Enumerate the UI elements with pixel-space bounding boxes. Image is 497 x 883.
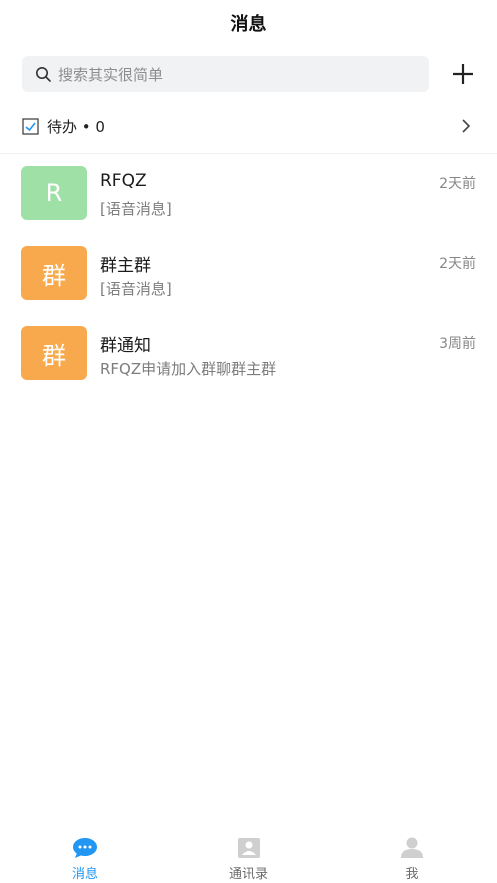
tab-label: 通讯录 [228,867,268,882]
header: 消息 [0,0,497,46]
tab-messages[interactable]: 消息 [40,831,130,883]
todo-label: 待办 • 0 [47,117,105,136]
conversation-item[interactable]: R RFQZ [语音消息] 2天前 [0,160,497,240]
tab-label: 我 [405,867,419,882]
conversation-preview: [语音消息] [100,200,172,218]
page-title: 消息 [230,14,267,35]
conversation-time: 2天前 [439,176,476,192]
conversation-item[interactable]: 群 群主群 [语音消息] 2天前 [0,240,497,320]
plus-icon [453,64,473,84]
conversation-item[interactable]: 群 群通知 RFQZ申请加入群聊群主群 3周前 [0,320,497,400]
avatar: 群 [21,326,87,380]
todo-row[interactable]: 待办 • 0 [0,108,497,144]
divider [0,153,497,154]
conversation-name: 群通知 [100,336,151,356]
conversation-time: 3周前 [439,336,476,352]
search-input[interactable]: 搜索其实很简单 [22,56,429,92]
avatar: R [21,166,87,220]
search-row: 搜索其实很简单 [22,56,478,92]
conversation-name: 群主群 [100,256,151,276]
tab-contacts[interactable]: 通讯录 [204,831,294,883]
conversation-name: RFQZ [100,171,147,191]
conversation-preview: [语音消息] [100,280,172,298]
person-icon [401,837,423,858]
search-icon [36,66,51,82]
tab-me[interactable]: 我 [367,831,457,883]
tab-bar: 消息 通讯录 我 [0,831,497,883]
conversation-list: R RFQZ [语音消息] 2天前 群 群主群 [语音消息] 2天前 群 群通知… [0,160,497,400]
chat-bubble-icon [73,838,97,858]
conversation-time: 2天前 [439,256,476,272]
messages-page: 消息 搜索其实很简单 待办 • 0 R RFQZ [语音消息] 2天前 群 群主… [0,0,497,883]
search-placeholder: 搜索其实很简单 [58,65,164,84]
avatar: 群 [21,246,87,300]
chevron-right-icon [462,119,471,133]
add-button[interactable] [448,59,478,89]
tab-label: 消息 [71,867,98,882]
conversation-preview: RFQZ申请加入群聊群主群 [100,360,277,378]
contacts-icon [237,838,260,858]
checkbox-icon [22,117,39,135]
